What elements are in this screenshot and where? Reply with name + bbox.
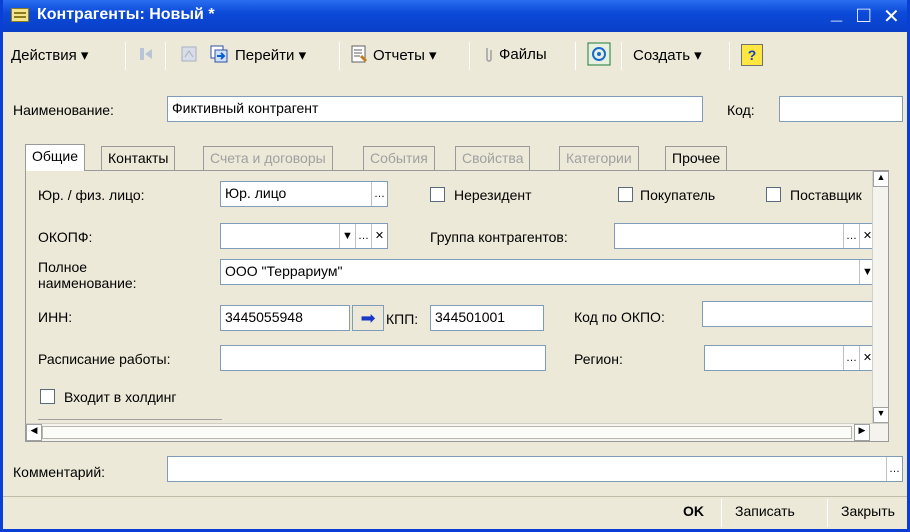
vertical-scrollbar[interactable]: ▲ ▼ bbox=[872, 171, 889, 423]
inn-field[interactable]: 3445055948 bbox=[220, 305, 350, 331]
tab-accounts[interactable]: Счета и договоры bbox=[203, 146, 333, 170]
chevron-down-icon[interactable]: ▼ bbox=[339, 224, 355, 248]
fullname-label-line-2: наименование: bbox=[38, 275, 137, 291]
entity-type-label: Юр. / физ. лицо: bbox=[38, 187, 145, 203]
divider bbox=[38, 419, 222, 420]
inn-label: ИНН: bbox=[38, 309, 73, 325]
holding-checkbox[interactable] bbox=[40, 389, 55, 404]
minimize-button[interactable]: _ bbox=[831, 2, 842, 25]
kpp-label: КПП: bbox=[386, 311, 419, 327]
okpo-label: Код по ОКПО: bbox=[574, 309, 665, 325]
create-menu[interactable]: Создать ▾ bbox=[633, 46, 702, 64]
title-bar[interactable]: Контрагенты: Новый * _ □ ✕ bbox=[3, 0, 907, 32]
okopf-field[interactable]: ▼… ✕ bbox=[220, 223, 388, 249]
actions-menu[interactable]: Действия ▾ bbox=[11, 46, 88, 64]
email-icon[interactable] bbox=[587, 42, 611, 66]
region-field[interactable]: … ✕ bbox=[704, 345, 876, 371]
comment-field[interactable]: … bbox=[167, 456, 903, 482]
schedule-field[interactable] bbox=[220, 345, 546, 371]
buyer-checkbox[interactable] bbox=[618, 187, 633, 202]
footer-separator bbox=[827, 499, 828, 527]
toolbar-separator bbox=[729, 42, 730, 70]
toolbar-separator bbox=[621, 42, 622, 70]
scroll-up-icon[interactable]: ▲ bbox=[873, 171, 889, 187]
entity-type-field[interactable]: Юр. лицо … bbox=[220, 181, 388, 207]
select-button[interactable]: … bbox=[843, 346, 859, 370]
fullname-field[interactable]: ООО "Террариум" ▼ bbox=[220, 259, 876, 285]
goto-label: Перейти bbox=[235, 47, 295, 64]
region-label: Регион: bbox=[574, 351, 623, 367]
files-button[interactable]: Файлы bbox=[499, 46, 547, 63]
okopf-label: ОКОПФ: bbox=[38, 229, 93, 245]
goto-menu[interactable]: Перейти ▾ bbox=[235, 46, 306, 64]
scroll-thumb[interactable] bbox=[42, 426, 852, 439]
close-window-button[interactable]: ✕ bbox=[883, 4, 900, 29]
ok-button[interactable]: OK bbox=[683, 503, 704, 519]
paperclip-icon[interactable] bbox=[479, 44, 499, 64]
goto-icon[interactable] bbox=[209, 44, 229, 64]
toolbar-separator bbox=[469, 42, 470, 70]
help-button[interactable]: ? bbox=[741, 44, 763, 66]
nonresident-label: Нерезидент bbox=[454, 187, 532, 203]
horizontal-scrollbar[interactable]: ◀ ▶ bbox=[26, 423, 888, 441]
move-icon[interactable] bbox=[137, 44, 157, 64]
footer-bar: OK Записать Закрыть bbox=[3, 496, 907, 529]
actions-label: Действия bbox=[11, 47, 77, 64]
code-field[interactable] bbox=[779, 96, 903, 122]
name-label: Наименование: bbox=[13, 102, 114, 118]
tab-general[interactable]: Общие bbox=[25, 144, 86, 171]
reports-menu[interactable]: Отчеты ▾ bbox=[373, 46, 437, 64]
group-label: Группа контрагентов: bbox=[430, 229, 568, 245]
group-field[interactable]: … ✕ bbox=[614, 223, 876, 249]
fullname-label: Полное bbox=[38, 259, 88, 275]
window-title: Контрагенты: Новый * bbox=[37, 6, 215, 23]
tab-categories[interactable]: Категории bbox=[559, 146, 639, 170]
buyer-label: Покупатель bbox=[640, 187, 716, 203]
toolbar-separator bbox=[165, 42, 166, 70]
create-label: Создать bbox=[633, 47, 691, 64]
nonresident-checkbox[interactable] bbox=[430, 187, 445, 202]
select-button[interactable]: … bbox=[843, 224, 859, 248]
comment-label: Комментарий: bbox=[13, 464, 106, 480]
maximize-button[interactable]: □ bbox=[857, 2, 870, 28]
clear-icon[interactable]: ✕ bbox=[371, 224, 387, 248]
kpp-field[interactable]: 344501001 bbox=[430, 305, 544, 331]
general-tab-panel: Юр. / физ. лицо: Юр. лицо … Нерезидент По… bbox=[25, 170, 889, 442]
catalog-icon bbox=[11, 8, 29, 22]
schedule-label: Расписание работы: bbox=[38, 351, 171, 367]
tab-contacts[interactable]: Контакты bbox=[101, 146, 176, 170]
scroll-right-icon[interactable]: ▶ bbox=[854, 424, 870, 441]
toolbar: Действия ▾ Перейти ▾ Отчеты ▾ Файлы Созд… bbox=[3, 32, 907, 80]
tab-other[interactable]: Прочее bbox=[665, 146, 728, 170]
footer-separator bbox=[721, 499, 722, 527]
toolbar-separator bbox=[339, 42, 340, 70]
arrow-right-icon[interactable]: ➡ bbox=[352, 305, 384, 331]
okpo-field[interactable] bbox=[702, 301, 876, 327]
holding-label: Входит в холдинг bbox=[64, 389, 177, 405]
entity-type-value: Юр. лицо bbox=[225, 185, 287, 201]
scroll-left-icon[interactable]: ◀ bbox=[26, 424, 42, 441]
name-field[interactable]: Фиктивный контрагент bbox=[167, 96, 703, 122]
select-button[interactable]: … bbox=[886, 457, 902, 481]
toolbar-separator bbox=[575, 42, 576, 70]
code-label: Код: bbox=[727, 102, 755, 118]
window: Контрагенты: Новый * _ □ ✕ Действия ▾ Пе… bbox=[0, 0, 910, 532]
toolbar-separator bbox=[125, 42, 126, 70]
tab-events[interactable]: События bbox=[363, 146, 435, 170]
tab-properties[interactable]: Свойства bbox=[455, 146, 531, 170]
close-button[interactable]: Закрыть bbox=[841, 503, 895, 519]
fullname-value: ООО "Террариум" bbox=[225, 263, 343, 279]
supplier-checkbox[interactable] bbox=[766, 187, 781, 202]
save-button[interactable]: Записать bbox=[735, 503, 795, 519]
report-icon[interactable] bbox=[349, 44, 369, 64]
reports-label: Отчеты bbox=[373, 47, 425, 64]
structure-icon[interactable] bbox=[179, 44, 199, 64]
scroll-down-icon[interactable]: ▼ bbox=[873, 407, 889, 423]
select-button[interactable]: … bbox=[355, 224, 371, 248]
supplier-label: Поставщик bbox=[790, 187, 862, 203]
select-button[interactable]: … bbox=[371, 182, 387, 206]
